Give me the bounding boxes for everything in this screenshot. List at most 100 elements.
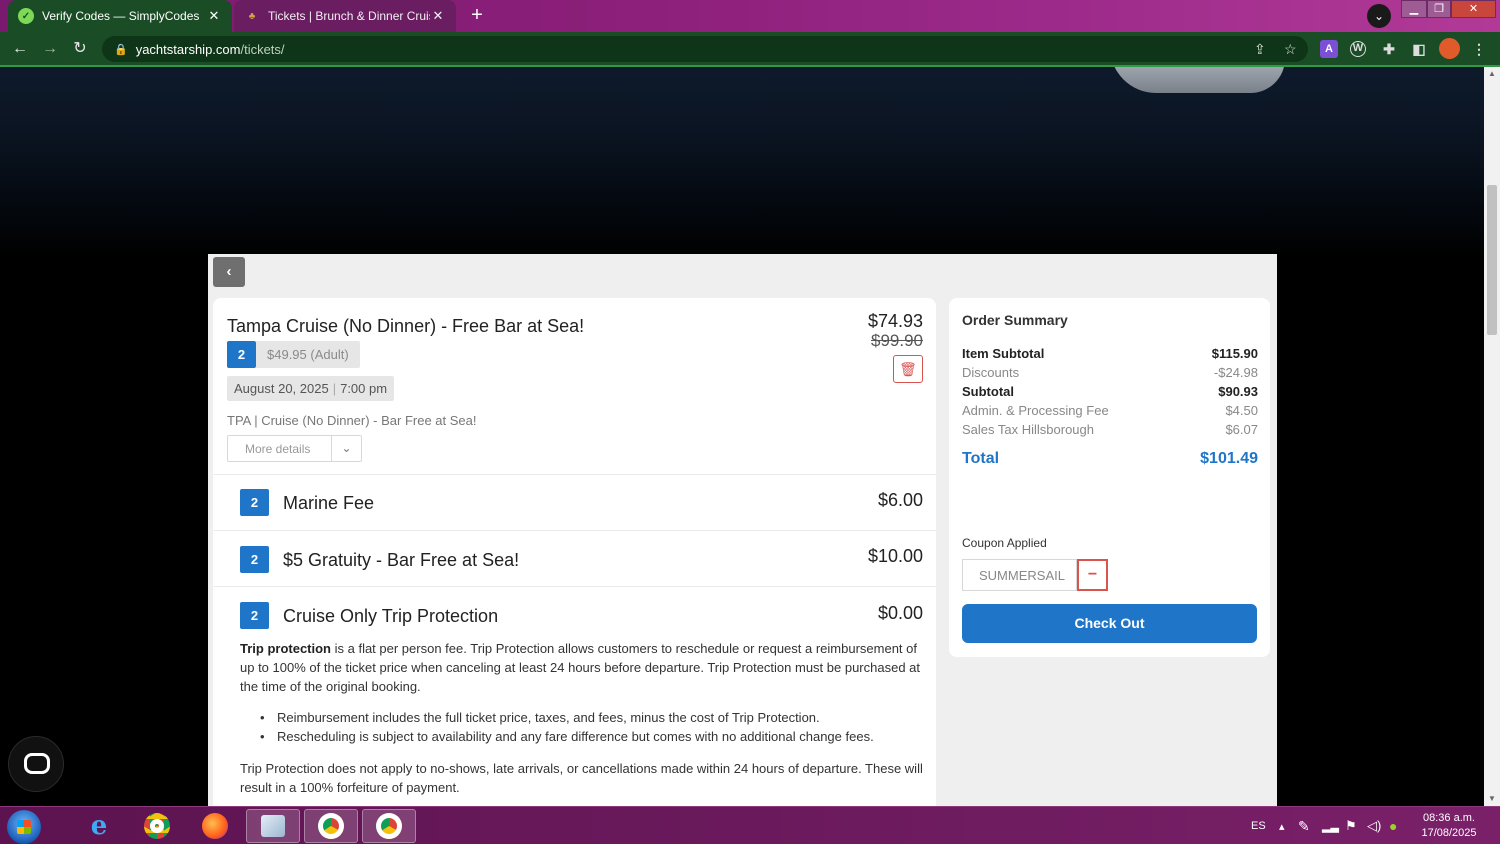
order-summary-title: Order Summary bbox=[962, 312, 1068, 328]
fee-name: $5 Gratuity - Bar Free at Sea! bbox=[283, 550, 520, 570]
tab-tickets[interactable]: ♣ Tickets | Brunch & Dinner Cruises ✕ bbox=[234, 0, 456, 32]
fee-name: Cruise Only Trip Protection bbox=[283, 606, 499, 626]
tray-expand-icon[interactable]: ▴ bbox=[1279, 807, 1285, 844]
clock-time: 08:36 a.m. bbox=[1423, 812, 1475, 824]
unit-price: $49.95 (Adult) bbox=[256, 341, 360, 368]
reload-icon[interactable]: ↻ bbox=[69, 38, 91, 60]
back-button[interactable]: ‹ bbox=[213, 257, 245, 287]
windows-logo-icon bbox=[17, 820, 31, 834]
list-item: Reimbursement includes the full ticket p… bbox=[260, 708, 920, 727]
qty-badge: 2 bbox=[240, 602, 269, 629]
avatar[interactable] bbox=[1439, 38, 1460, 59]
close-icon[interactable]: ✕ bbox=[206, 8, 222, 24]
chevron-down-icon: ⌄ bbox=[331, 436, 361, 461]
product-price: $74.93 bbox=[867, 311, 923, 331]
taskbar-chrome-window-1[interactable] bbox=[304, 809, 358, 843]
scrollbar[interactable] bbox=[1484, 67, 1500, 806]
flag-icon[interactable]: ⚑ bbox=[1345, 807, 1357, 844]
firefox-icon bbox=[202, 813, 228, 839]
trip-protection-list: Reimbursement includes the full ticket p… bbox=[260, 708, 920, 746]
fee-price: $6.00 bbox=[877, 490, 923, 510]
chat-widget-button[interactable] bbox=[8, 736, 64, 792]
trash-icon[interactable]: 🗑 bbox=[893, 355, 923, 383]
folder-icon bbox=[261, 815, 285, 837]
chat-bubble-icon bbox=[24, 753, 50, 774]
ie-icon: e bbox=[90, 811, 108, 841]
coupon-code-field[interactable]: SUMMERSAIL bbox=[962, 559, 1077, 591]
network-icon[interactable]: ▂▃ bbox=[1322, 807, 1339, 844]
tickets-panel: ‹ Tampa Cruise (No Dinner) - Free Bar at… bbox=[208, 254, 1277, 806]
address-bar[interactable]: 🔒 yachtstarship.com/tickets/ ⇪ ☆ bbox=[102, 36, 1308, 62]
qty-badge: 2 bbox=[240, 489, 269, 516]
url-text: yachtstarship.com/tickets/ bbox=[135, 41, 285, 57]
tab-title: Verify Codes — SimplyCodes bbox=[42, 9, 200, 23]
pen-icon[interactable]: ✎ bbox=[1298, 807, 1310, 844]
close-icon[interactable]: ✕ bbox=[430, 8, 446, 24]
divider bbox=[213, 530, 936, 531]
date-time-chip: August 20, 2025 | 7:00 pm bbox=[227, 376, 395, 401]
browser-toolbar: ← → ↻ 🔒 yachtstarship.com/tickets/ ⇪ ☆ bbox=[0, 32, 1500, 66]
product-old-price: $99.90 bbox=[871, 331, 923, 350]
extension-w-icon[interactable]: W bbox=[1350, 41, 1366, 57]
taskbar: e ES ▴ ✎ ▂▃ ⚑ ◁) ● 08:36 a.m. 17/08/2025 bbox=[0, 806, 1500, 844]
scroll-up-icon[interactable]: ▲ bbox=[1486, 69, 1498, 78]
scrollbar-thumb[interactable] bbox=[1487, 185, 1497, 335]
list-item: Rescheduling is subject to availability … bbox=[260, 727, 920, 746]
volume-icon[interactable]: ◁) bbox=[1367, 807, 1381, 844]
extension-a-icon[interactable]: A bbox=[1320, 40, 1338, 58]
side-panel-icon[interactable]: ◧ bbox=[1410, 40, 1428, 58]
forward-arrow-icon[interactable]: → bbox=[39, 38, 61, 60]
page-viewport: ‹ Tampa Cruise (No Dinner) - Free Bar at… bbox=[0, 67, 1484, 806]
fee-price: $0.00 bbox=[877, 603, 923, 623]
maximize-button[interactable]: ❐ bbox=[1427, 0, 1451, 18]
taskbar-chrome-window-2[interactable] bbox=[362, 809, 416, 843]
divider bbox=[213, 474, 936, 475]
minimize-button[interactable]: ▁ bbox=[1401, 0, 1427, 18]
palm-icon: ♣ bbox=[248, 10, 256, 22]
trip-protection-description: Trip protection is a flat per person fee… bbox=[240, 641, 921, 694]
bookmark-star-icon[interactable]: ☆ bbox=[1284, 41, 1297, 58]
fee-name: Marine Fee bbox=[283, 493, 375, 513]
event-date: August 20, 2025 bbox=[234, 381, 329, 396]
clock-date: 17/08/2025 bbox=[1421, 827, 1477, 839]
scroll-down-icon[interactable]: ▼ bbox=[1486, 794, 1498, 803]
cart-card: Tampa Cruise (No Dinner) - Free Bar at S… bbox=[213, 298, 936, 806]
back-arrow-icon[interactable]: ← bbox=[9, 38, 31, 60]
qty-badge: 2 bbox=[227, 341, 256, 368]
tab-simplycodes[interactable]: ✓ Verify Codes — SimplyCodes ✕ bbox=[8, 0, 232, 32]
chrome-icon bbox=[144, 813, 170, 839]
qty-badge: 2 bbox=[240, 546, 269, 573]
window-close-button[interactable]: ✕ bbox=[1451, 0, 1496, 18]
remove-coupon-button[interactable]: − bbox=[1077, 559, 1108, 591]
start-button[interactable] bbox=[7, 810, 41, 844]
checkout-button[interactable]: Check Out bbox=[962, 604, 1257, 643]
taskbar-firefox[interactable] bbox=[188, 809, 242, 843]
check-icon: ✓ bbox=[18, 8, 34, 24]
divider bbox=[213, 586, 936, 587]
taskbar-chrome[interactable] bbox=[130, 809, 184, 843]
system-clock[interactable]: 08:36 a.m. 17/08/2025 bbox=[1410, 811, 1488, 841]
new-tab-button[interactable]: + bbox=[466, 5, 488, 27]
chrome-icon bbox=[376, 813, 402, 839]
yacht-image bbox=[1110, 67, 1285, 93]
menu-dots-icon[interactable]: ⋮ bbox=[1470, 40, 1488, 58]
tab-search-button[interactable]: ⌄ bbox=[1367, 4, 1391, 28]
more-details-label: More details bbox=[245, 442, 311, 456]
tab-strip: ✓ Verify Codes — SimplyCodes ✕ ♣ Tickets… bbox=[0, 0, 1500, 32]
share-icon[interactable]: ⇪ bbox=[1254, 41, 1266, 58]
hero-banner bbox=[0, 67, 1484, 257]
lock-icon: 🔒 bbox=[114, 43, 128, 56]
event-time: 7:00 pm bbox=[340, 381, 388, 396]
chrome-icon bbox=[318, 813, 344, 839]
coupon-label: Coupon Applied bbox=[962, 536, 1047, 550]
language-indicator[interactable]: ES bbox=[1251, 807, 1266, 844]
update-icon[interactable]: ● bbox=[1389, 807, 1397, 844]
product-title: Tampa Cruise (No Dinner) - Free Bar at S… bbox=[227, 316, 585, 336]
taskbar-ie[interactable]: e bbox=[72, 809, 126, 843]
product-code-desc: TPA | Cruise (No Dinner) - Bar Free at S… bbox=[227, 413, 477, 428]
tab-title: Tickets | Brunch & Dinner Cruises bbox=[268, 9, 430, 23]
puzzle-icon[interactable]: ✚ bbox=[1380, 40, 1398, 58]
trip-protection-footer: Trip Protection does not apply to no-sho… bbox=[240, 761, 923, 795]
more-details-dropdown[interactable]: More details ⌄ bbox=[227, 435, 362, 462]
taskbar-explorer[interactable] bbox=[246, 809, 300, 843]
